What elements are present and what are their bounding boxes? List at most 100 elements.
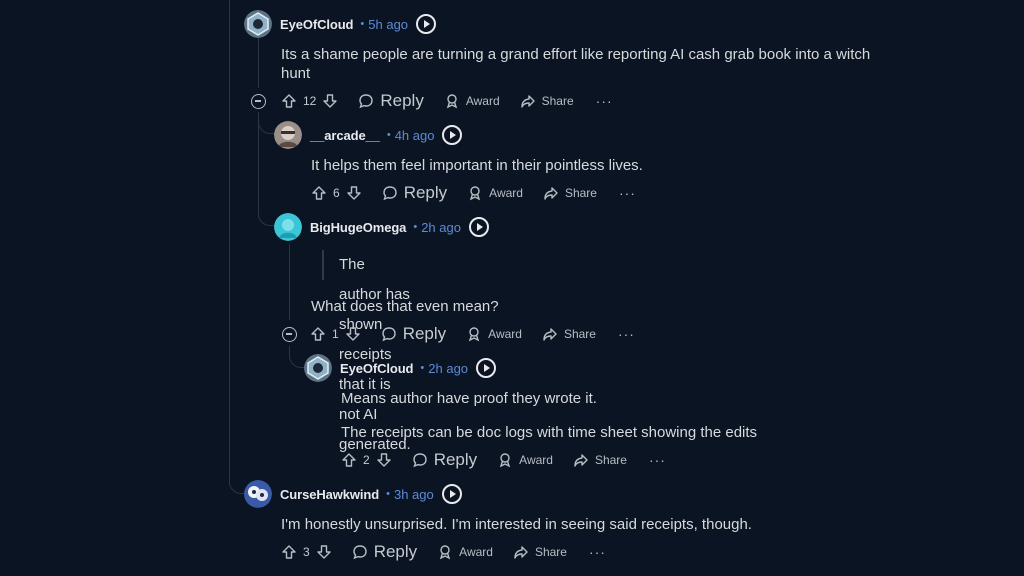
comment-header: EyeOfCloud • 5h ago	[244, 9, 437, 39]
upvote-icon[interactable]	[281, 93, 297, 109]
share-label: Share	[564, 186, 597, 200]
share-icon	[543, 328, 557, 341]
author-name[interactable]: EyeOfCloud	[340, 361, 414, 376]
comment-body: It helps them feel important in their po…	[311, 156, 911, 175]
award-button[interactable]: Award	[497, 452, 553, 468]
separator-dot: •	[360, 18, 365, 30]
comment-line: Its a shame people are turning a grand e…	[281, 46, 871, 63]
comment-body: Its a shame people are turning a grand e…	[281, 45, 901, 83]
comment-header: CurseHawkwind • 3h ago	[244, 479, 462, 509]
play-icon[interactable]	[416, 14, 437, 34]
separator-dot: •	[420, 362, 425, 374]
comment-icon	[412, 453, 427, 468]
comment-header: EyeOfCloud • 2h ago	[304, 353, 497, 383]
share-label: Share	[541, 94, 574, 108]
award-icon	[446, 94, 457, 109]
more-options-icon[interactable]: ···	[649, 452, 666, 468]
vote-group: 1	[310, 326, 361, 342]
share-icon	[514, 546, 528, 559]
downvote-icon[interactable]	[316, 544, 332, 560]
upvote-icon[interactable]	[311, 185, 327, 201]
author-name[interactable]: BigHugeOmega	[310, 220, 406, 235]
author-name[interactable]: CurseHawkwind	[280, 487, 379, 502]
comment-actions: 1 Reply Award Share ···	[282, 322, 635, 346]
award-button[interactable]: Award	[467, 185, 523, 201]
reply-label: Reply	[373, 542, 418, 561]
vote-count: 2	[363, 453, 370, 467]
upvote-icon[interactable]	[281, 544, 297, 560]
share-label: Share	[594, 453, 627, 467]
more-options-icon[interactable]: ···	[596, 93, 613, 109]
play-icon[interactable]	[476, 358, 497, 378]
more-options-icon[interactable]: ···	[589, 544, 606, 560]
vote-group: 3	[281, 544, 332, 560]
author-name[interactable]: EyeOfCloud	[280, 17, 354, 32]
share-button[interactable]: Share	[542, 326, 596, 342]
award-label: Award	[459, 545, 493, 559]
thread-line	[229, 0, 230, 484]
thread-connector	[229, 466, 245, 494]
timestamp[interactable]: 3h ago	[394, 487, 434, 502]
comment-icon	[352, 545, 367, 560]
vote-count: 1	[332, 327, 339, 341]
share-button[interactable]: Share	[513, 544, 567, 560]
reply-button[interactable]: Reply	[352, 542, 417, 562]
share-label: Share	[563, 327, 596, 341]
downvote-icon[interactable]	[322, 93, 338, 109]
more-options-icon[interactable]: ···	[618, 326, 635, 342]
reply-button[interactable]: Reply	[381, 324, 446, 344]
award-button[interactable]: Award	[437, 544, 493, 560]
timestamp[interactable]: 4h ago	[395, 128, 435, 143]
share-button[interactable]: Share	[573, 452, 627, 468]
share-label: Share	[534, 545, 567, 559]
avatar[interactable]	[304, 354, 332, 382]
vote-group: 12	[281, 93, 338, 109]
more-options-icon[interactable]: ···	[619, 185, 636, 201]
reply-button[interactable]: Reply	[358, 91, 424, 111]
comment-line: It helps them feel important in their po…	[311, 157, 643, 174]
author-name[interactable]: __arcade__	[310, 128, 380, 143]
upvote-icon[interactable]	[310, 326, 326, 342]
upvote-icon[interactable]	[341, 452, 357, 468]
reply-button[interactable]: Reply	[412, 450, 477, 470]
comment-header: BigHugeOmega • 2h ago	[274, 212, 489, 242]
award-button[interactable]: Award	[444, 93, 500, 109]
share-button[interactable]: Share	[543, 185, 597, 201]
award-icon	[469, 327, 480, 342]
comment-icon	[381, 327, 396, 342]
reply-label: Reply	[433, 450, 478, 469]
timestamp[interactable]: 2h ago	[428, 361, 468, 376]
avatar[interactable]	[244, 480, 272, 508]
timestamp[interactable]: 5h ago	[368, 17, 408, 32]
award-icon	[470, 186, 481, 201]
vote-group: 6	[311, 185, 362, 201]
downvote-icon[interactable]	[376, 452, 392, 468]
award-button[interactable]: Award	[466, 326, 522, 342]
separator-dot: •	[386, 129, 391, 141]
vote-count: 12	[303, 94, 317, 108]
vote-group: 2	[341, 452, 392, 468]
comment-header: __arcade__ • 4h ago	[274, 120, 463, 150]
collapse-icon[interactable]	[251, 93, 266, 109]
share-icon	[520, 95, 535, 108]
avatar[interactable]	[274, 121, 302, 149]
play-icon[interactable]	[442, 125, 463, 145]
downvote-icon[interactable]	[346, 185, 362, 201]
award-label: Award	[488, 327, 522, 341]
comment-body: What does that even mean?	[311, 297, 911, 316]
reply-label: Reply	[402, 324, 447, 343]
comment-line: The receipts can be doc logs with time s…	[341, 424, 758, 441]
avatar[interactable]	[274, 213, 302, 241]
separator-dot: •	[413, 221, 418, 233]
comment-body: I'm honestly unsurprised. I'm interested…	[281, 515, 901, 534]
comment-line: Means author have proof they wrote it.	[341, 390, 597, 407]
play-icon[interactable]	[468, 217, 489, 237]
award-icon	[440, 545, 451, 560]
timestamp[interactable]: 2h ago	[421, 220, 461, 235]
share-button[interactable]: Share	[520, 93, 574, 109]
avatar[interactable]	[244, 10, 272, 38]
play-icon[interactable]	[441, 484, 462, 504]
collapse-icon[interactable]	[282, 326, 297, 342]
downvote-icon[interactable]	[345, 326, 361, 342]
reply-button[interactable]: Reply	[382, 183, 447, 203]
